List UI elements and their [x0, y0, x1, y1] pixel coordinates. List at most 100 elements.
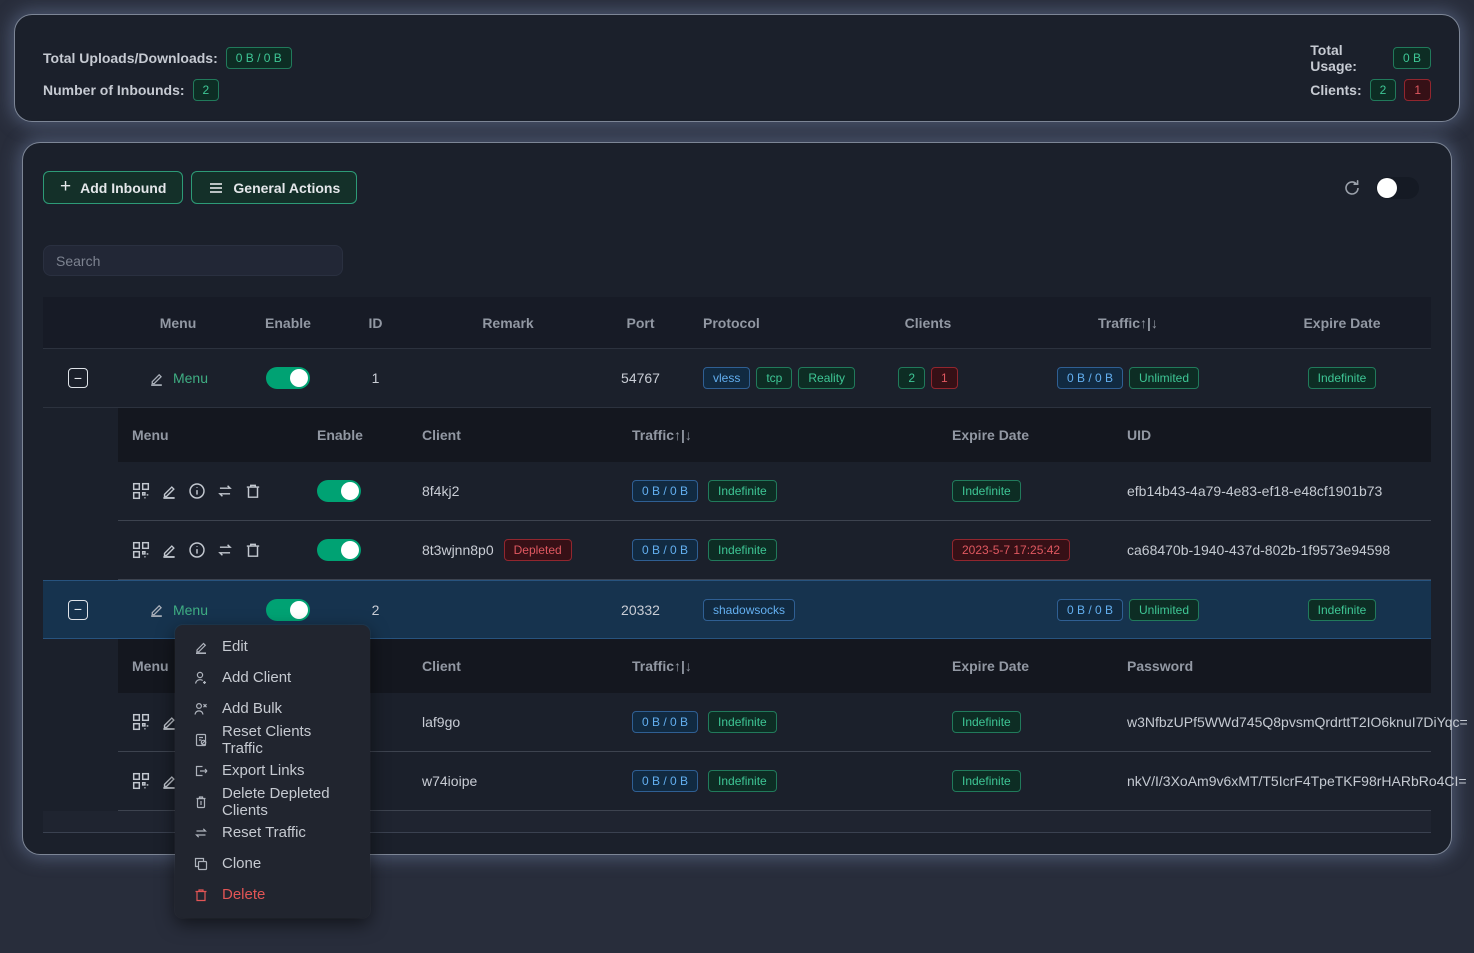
- client-duration-badge: Indefinite: [708, 711, 777, 733]
- usage-value-badge: 0 B: [1393, 47, 1431, 69]
- stats-card: Total Uploads/Downloads: 0 B / 0 B Total…: [14, 14, 1460, 122]
- qrcode-icon[interactable]: [132, 541, 150, 559]
- plus-icon: +: [60, 177, 71, 196]
- inbound-id: 1: [333, 370, 418, 386]
- toolbar: + Add Inbound General Actions: [43, 171, 1431, 204]
- client-expire-badge: Indefinite: [952, 770, 1021, 792]
- clients-subtable-1: Menu Enable Client Traffic↑|↓ Expire Dat…: [118, 408, 1431, 580]
- delete-client-icon[interactable]: [244, 482, 262, 500]
- toggle-knob: [1377, 178, 1397, 198]
- client-row: 8f4kj2 0 B / 0 B Indefinite Indefinite e…: [118, 462, 1431, 521]
- delete-client-icon[interactable]: [244, 541, 262, 559]
- client-traffic-badge: 0 B / 0 B: [632, 539, 698, 561]
- inbound-id: 2: [333, 602, 418, 618]
- subheader-enable: Enable: [303, 427, 408, 443]
- client-name: w74ioipe: [408, 773, 618, 789]
- client-name: 8f4kj2: [408, 483, 618, 499]
- client-duration-badge: Indefinite: [708, 480, 777, 502]
- header-port: Port: [598, 315, 683, 331]
- client-traffic-badge: 0 B / 0 B: [632, 770, 698, 792]
- clients-depleted-badge: 1: [1404, 79, 1431, 101]
- collapse-row-button[interactable]: −: [68, 600, 88, 620]
- client-name: laf9go: [408, 714, 618, 730]
- reset-traffic-icon[interactable]: [216, 482, 234, 500]
- expire-badge: Indefinite: [1308, 367, 1377, 389]
- menu-item-label: Add Client: [222, 669, 291, 686]
- traffic-badge: 0 B / 0 B: [1057, 367, 1123, 389]
- qrcode-icon[interactable]: [132, 713, 150, 731]
- menu-item-reset-traffic[interactable]: Reset Traffic: [175, 817, 370, 848]
- clients-label: Clients:: [1310, 82, 1361, 98]
- inbound-row-1[interactable]: − Menu 1 54767 vless tcp Reality 2 1: [43, 349, 1431, 408]
- copy-icon: [193, 856, 209, 872]
- menu-item-edit[interactable]: Edit: [175, 631, 370, 662]
- row-menu-button[interactable]: Menu: [148, 370, 208, 387]
- menu-item-label: Export Links: [222, 762, 305, 779]
- menu-item-reset-clients-traffic[interactable]: Reset Clients Traffic: [175, 724, 370, 755]
- add-inbound-button[interactable]: + Add Inbound: [43, 171, 183, 204]
- inbounds-label: Number of Inbounds:: [43, 82, 185, 98]
- client-uid: efb14b43-4a79-4e83-ef18-e48cf1901b73: [1113, 483, 1431, 499]
- client-traffic-badge: 0 B / 0 B: [632, 711, 698, 733]
- stat-clients: Clients: 2 1: [632, 77, 1431, 103]
- security-tag: Reality: [798, 367, 855, 389]
- menu-item-delete[interactable]: Delete: [175, 879, 370, 910]
- client-enable-toggle[interactable]: [317, 480, 361, 502]
- subheader-password: Password: [1113, 658, 1431, 674]
- header-protocol: Protocol: [683, 315, 853, 331]
- header-enable: Enable: [243, 315, 333, 331]
- toggle-knob: [290, 369, 308, 387]
- client-duration-badge: Indefinite: [708, 539, 777, 561]
- menu-item-label: Edit: [222, 638, 248, 655]
- header-expire-date: Expire Date: [1253, 315, 1431, 331]
- menu-item-clone[interactable]: Clone: [175, 848, 370, 879]
- usage-label: Total Usage:: [1310, 42, 1385, 74]
- menu-item-export-links[interactable]: Export Links: [175, 755, 370, 786]
- row-menu-label: Menu: [173, 370, 208, 386]
- uploads-label: Total Uploads/Downloads:: [43, 50, 218, 66]
- inbounds-value-badge: 2: [193, 79, 220, 101]
- enable-toggle[interactable]: [266, 367, 310, 389]
- row-menu-label: Menu: [173, 602, 208, 618]
- header-traffic[interactable]: Traffic↑|↓: [1003, 315, 1253, 331]
- menu-item-delete-depleted-clients[interactable]: Delete Depleted Clients: [175, 786, 370, 817]
- toggle-knob: [290, 601, 308, 619]
- subheader-client: Client: [408, 427, 618, 443]
- qrcode-icon[interactable]: [132, 772, 150, 790]
- reset-traffic-icon: [193, 825, 209, 841]
- row-menu-button[interactable]: Menu: [148, 601, 208, 618]
- collapse-row-button[interactable]: −: [68, 368, 88, 388]
- menu-item-label: Delete: [222, 886, 265, 903]
- client-name: 8t3wjnn8p0: [422, 542, 494, 558]
- add-inbound-label: Add Inbound: [80, 180, 166, 196]
- toggle-knob: [341, 482, 359, 500]
- general-actions-button[interactable]: General Actions: [191, 171, 357, 204]
- traffic-limit-badge: Unlimited: [1129, 599, 1199, 621]
- menu-item-add-bulk[interactable]: Add Bulk: [175, 693, 370, 724]
- dark-mode-toggle[interactable]: [1376, 177, 1419, 199]
- client-row: 8t3wjnn8p0 Depleted 0 B / 0 B Indefinite…: [118, 521, 1431, 580]
- client-enable-toggle[interactable]: [317, 539, 361, 561]
- inbound-port: 20332: [598, 602, 683, 618]
- reset-traffic-icon[interactable]: [216, 541, 234, 559]
- header-menu: Menu: [113, 315, 243, 331]
- qrcode-icon[interactable]: [132, 482, 150, 500]
- hamburger-icon: [208, 180, 224, 196]
- refresh-icon[interactable]: [1342, 178, 1362, 198]
- menu-item-add-client[interactable]: Add Client: [175, 662, 370, 693]
- enable-toggle[interactable]: [266, 599, 310, 621]
- stat-uploads-downloads: Total Uploads/Downloads: 0 B / 0 B: [43, 45, 632, 71]
- info-icon[interactable]: [188, 482, 206, 500]
- depleted-badge: Depleted: [504, 539, 572, 561]
- search-input[interactable]: [43, 245, 343, 276]
- info-icon[interactable]: [188, 541, 206, 559]
- stat-inbounds: Number of Inbounds: 2: [43, 77, 632, 103]
- edit-pencil-icon: [148, 601, 165, 618]
- edit-client-icon[interactable]: [160, 541, 178, 559]
- trash-icon: [193, 887, 209, 903]
- inbound-context-menu: Edit Add Client Add Bulk Reset Clients T…: [175, 625, 370, 918]
- client-duration-badge: Indefinite: [708, 770, 777, 792]
- clients-active-badge: 2: [1370, 79, 1397, 101]
- edit-client-icon[interactable]: [160, 482, 178, 500]
- subtable-header-row: Menu Enable Client Traffic↑|↓ Expire Dat…: [118, 408, 1431, 462]
